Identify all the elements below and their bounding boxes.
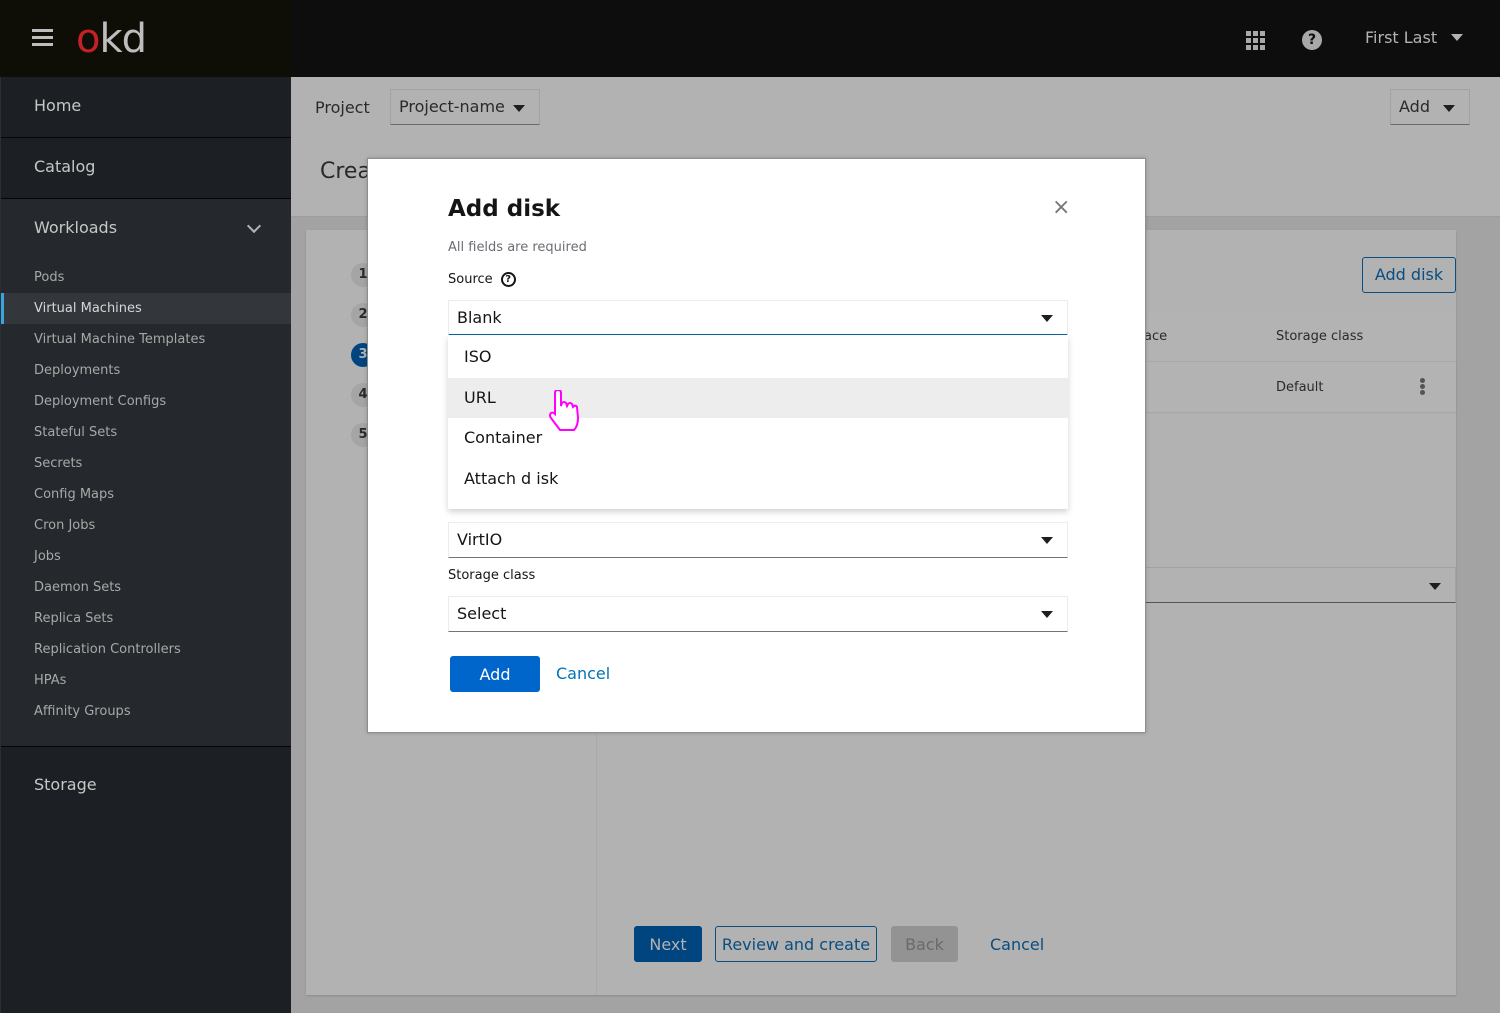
project-label: Project bbox=[315, 98, 370, 117]
source-label-text: Source bbox=[448, 272, 493, 287]
sidebar-item-pods[interactable]: Pods bbox=[1, 262, 291, 293]
cell-storage-class: Default bbox=[1276, 380, 1324, 395]
storage-class-select-value: Select bbox=[457, 604, 507, 623]
required-fields-note: All fields are required bbox=[448, 240, 587, 255]
source-dropdown-menu: ISO URL Container Attach d isk bbox=[448, 335, 1068, 509]
logo-o: o bbox=[76, 16, 101, 62]
user-menu[interactable]: First Last bbox=[1365, 28, 1464, 47]
storage-class-select[interactable]: Select bbox=[448, 596, 1068, 632]
column-header-storage-class: Storage class bbox=[1276, 329, 1364, 344]
sidebar-section-workloads: Workloads Pods Virtual Machines Virtual Ma… bbox=[1, 199, 291, 747]
add-button[interactable]: Add bbox=[450, 656, 540, 692]
hamburger-icon[interactable] bbox=[32, 29, 53, 47]
page-title: Crea bbox=[320, 159, 367, 184]
sidebar-item-replica-sets[interactable]: Replica Sets bbox=[1, 603, 291, 634]
caret-down-icon bbox=[1041, 537, 1053, 544]
add-disk-modal: Add disk × All fields are required Sourc… bbox=[367, 158, 1146, 733]
sidebar-item-home[interactable]: Home bbox=[1, 77, 291, 138]
caret-down-icon bbox=[1429, 583, 1441, 590]
sidebar-item-deployments[interactable]: Deployments bbox=[1, 355, 291, 386]
sidebar-item-virtual-machine-templates[interactable]: Virtual Machine Templates bbox=[1, 324, 291, 355]
cancel-link[interactable]: Cancel bbox=[556, 664, 610, 683]
sidebar-item-deployment-configs[interactable]: Deployment Configs bbox=[1, 386, 291, 417]
modal-title: Add disk bbox=[448, 196, 561, 222]
sidebar: Home Catalog Workloads Pods Virtual Machi… bbox=[0, 77, 291, 1013]
sidebar-item-stateful-sets[interactable]: Stateful Sets bbox=[1, 417, 291, 448]
source-option-url[interactable]: URL bbox=[448, 377, 1068, 418]
chevron-down-icon bbox=[246, 218, 262, 234]
source-select[interactable]: Blank bbox=[448, 300, 1068, 336]
sidebar-item-config-maps[interactable]: Config Maps bbox=[1, 479, 291, 510]
sidebar-item-storage[interactable]: Storage bbox=[1, 747, 291, 822]
kebab-menu-icon[interactable] bbox=[1420, 378, 1425, 396]
table-row: Default bbox=[1144, 362, 1456, 412]
sidebar-item-catalog[interactable]: Catalog bbox=[1, 138, 291, 199]
logo-kd: kd bbox=[99, 16, 147, 62]
wizard-cancel-link[interactable]: Cancel bbox=[990, 935, 1044, 954]
sidebar-item-secrets[interactable]: Secrets bbox=[1, 448, 291, 479]
help-circle-icon[interactable]: ? bbox=[500, 272, 516, 287]
sidebar-item-daemon-sets[interactable]: Daemon Sets bbox=[1, 572, 291, 603]
sidebar-item-hpas[interactable]: HPAs bbox=[1, 665, 291, 696]
table-header-row: ace Storage class bbox=[1144, 310, 1456, 362]
caret-down-icon bbox=[1443, 105, 1455, 112]
column-header-interface: ace bbox=[1144, 329, 1168, 344]
wizard-footer: Next Review and create Back Cancel bbox=[634, 926, 1044, 962]
okd-logo[interactable]: okd bbox=[76, 14, 147, 64]
sidebar-item-jobs[interactable]: Jobs bbox=[1, 541, 291, 572]
project-select-value: Project-name bbox=[399, 97, 505, 116]
sidebar-item-replication-controllers[interactable]: Replication Controllers bbox=[1, 634, 291, 665]
interface-select-value: VirtIO bbox=[457, 530, 503, 549]
background-select[interactable] bbox=[1144, 567, 1456, 603]
caret-down-icon bbox=[1451, 34, 1464, 41]
caret-down-icon bbox=[1041, 315, 1053, 322]
source-select-value: Blank bbox=[457, 308, 502, 327]
brand-area: okd bbox=[0, 0, 291, 77]
next-button[interactable]: Next bbox=[634, 926, 702, 962]
sidebar-item-cron-jobs[interactable]: Cron Jobs bbox=[1, 510, 291, 541]
disks-table: ace Storage class Default bbox=[1144, 310, 1456, 412]
source-label: Source ? bbox=[448, 272, 516, 287]
add-dropdown-label: Add bbox=[1399, 97, 1430, 116]
caret-down-icon bbox=[513, 105, 525, 112]
project-select[interactable]: Project-name bbox=[390, 89, 540, 125]
workloads-sub-list: Pods Virtual Machines Virtual Machine Temp… bbox=[1, 259, 291, 746]
source-option-container[interactable]: Container bbox=[448, 418, 1068, 459]
interface-select[interactable]: VirtIO bbox=[448, 522, 1068, 558]
source-option-attach-d-isk[interactable]: Attach d isk bbox=[448, 459, 1068, 500]
app-launcher-icon[interactable] bbox=[1246, 31, 1265, 50]
review-and-create-button[interactable]: Review and create bbox=[715, 926, 877, 962]
caret-down-icon bbox=[1041, 611, 1053, 618]
masthead: okd ? First Last bbox=[0, 0, 1500, 77]
back-button: Back bbox=[891, 926, 958, 962]
help-icon[interactable]: ? bbox=[1302, 30, 1322, 50]
user-name: First Last bbox=[1365, 28, 1438, 47]
sidebar-item-virtual-machines[interactable]: Virtual Machines bbox=[1, 293, 291, 324]
storage-class-label: Storage class bbox=[448, 568, 536, 583]
source-option-iso[interactable]: ISO bbox=[448, 337, 1068, 378]
add-disk-button[interactable]: Add disk bbox=[1362, 257, 1456, 293]
sidebar-item-affinity-groups[interactable]: Affinity Groups bbox=[1, 696, 291, 727]
add-dropdown[interactable]: Add bbox=[1390, 89, 1470, 125]
workloads-label: Workloads bbox=[34, 218, 118, 237]
sidebar-item-workloads[interactable]: Workloads bbox=[1, 199, 291, 259]
close-icon[interactable]: × bbox=[1052, 197, 1070, 219]
